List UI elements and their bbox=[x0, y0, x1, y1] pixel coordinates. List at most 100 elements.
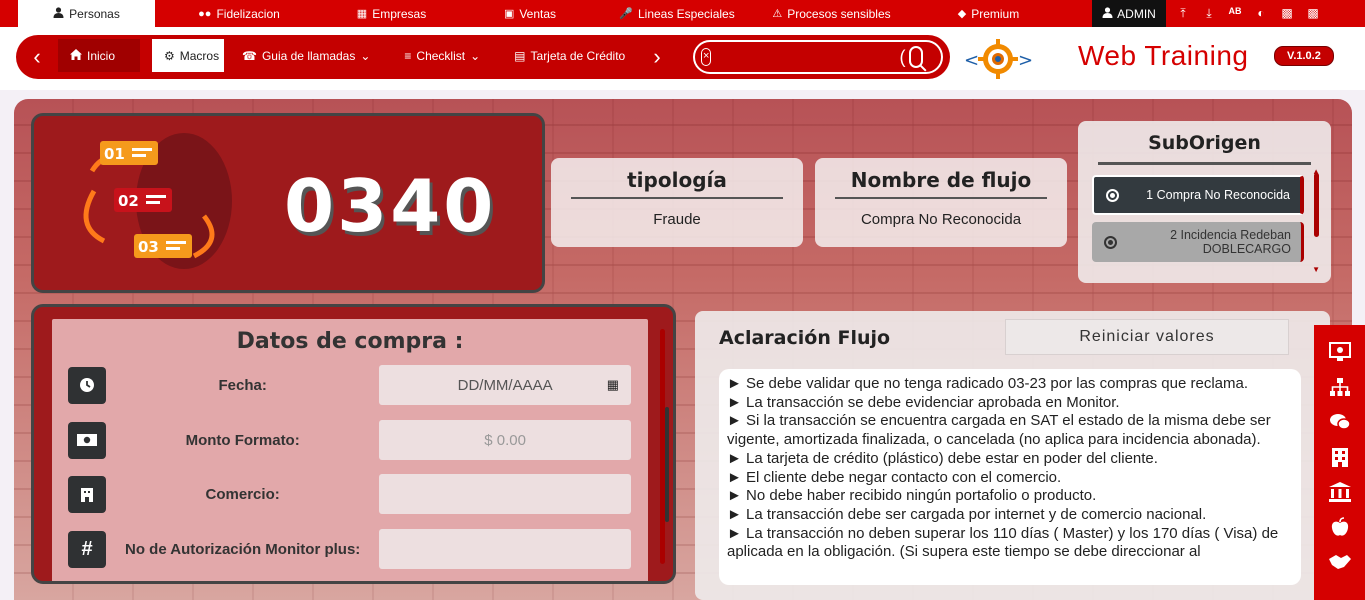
gem-icon: ◆ bbox=[957, 8, 967, 20]
macro-bar: ‹ Inicio ⚙ Macros ☎ Guia de llamadas ⌄ ≡… bbox=[16, 35, 950, 79]
aclaracion-line: ► La tarjeta de crédito (plástico) debe … bbox=[727, 449, 1158, 467]
download-icon[interactable]: ⤓ bbox=[1196, 6, 1222, 21]
monitor-icon[interactable] bbox=[1327, 339, 1353, 365]
macro-item-checklist[interactable]: ≡ Checklist ⌄ bbox=[392, 39, 492, 72]
admin-button[interactable]: ADMIN bbox=[1092, 0, 1166, 27]
search-input[interactable] bbox=[711, 45, 900, 69]
building-icon[interactable] bbox=[1327, 444, 1353, 470]
reset-button[interactable]: Reiniciar valores bbox=[1005, 319, 1289, 355]
tab-empresas[interactable]: ▦ Empresas bbox=[323, 0, 460, 27]
chevron-left-icon[interactable]: ‹ bbox=[20, 40, 54, 74]
tab-personas[interactable]: Personas bbox=[18, 0, 155, 27]
divider bbox=[571, 197, 783, 199]
flow-code: 0340 bbox=[284, 164, 497, 248]
money-bill-icon bbox=[68, 421, 107, 459]
field-label: No de Autorización Monitor plus: bbox=[125, 540, 361, 558]
svg-text:>: > bbox=[1018, 50, 1032, 71]
scroll-down-icon[interactable]: ▼ bbox=[1312, 265, 1320, 274]
field-label: Monto Formato: bbox=[185, 431, 300, 449]
suborigen-option-label: 1 Compra No Reconocida bbox=[1146, 188, 1290, 202]
document-icon[interactable]: ▩ bbox=[1274, 6, 1300, 21]
aclaracion-line: ► El cliente debe negar contacto con el … bbox=[727, 468, 1062, 486]
tab-label: Fidelizacion bbox=[216, 6, 280, 21]
step-label: 03 bbox=[138, 238, 159, 256]
macro-item-label: Guia de llamadas bbox=[261, 48, 356, 63]
autorizacion-input[interactable] bbox=[379, 529, 631, 569]
user-tie-icon bbox=[1102, 6, 1113, 21]
radio-icon bbox=[1104, 235, 1117, 249]
aclaracion-line: ► No debe haber recibido ningún portafol… bbox=[727, 487, 1097, 505]
document-alt-icon[interactable]: ▩ bbox=[1300, 6, 1326, 21]
handshake-icon[interactable] bbox=[1327, 549, 1353, 575]
date-input[interactable]: DD/MM/AAAA ▦ bbox=[379, 365, 631, 405]
tab-label: Empresas bbox=[372, 6, 427, 21]
suborigen-option-label: 2 Incidencia Redeban DOBLECARGO bbox=[1170, 228, 1291, 256]
tab-procesos-sensibles[interactable]: ⚠ Procesos sensibles bbox=[754, 0, 909, 27]
radio-icon bbox=[1106, 188, 1119, 202]
tab-label: Personas bbox=[69, 6, 120, 21]
search-icon[interactable] bbox=[909, 46, 923, 68]
form-row-fecha: Fecha: DD/MM/AAAA ▦ bbox=[68, 365, 631, 405]
side-menu bbox=[1314, 325, 1365, 600]
macro-item-label: Macros bbox=[179, 48, 220, 63]
tab-lineas-especiales[interactable]: 🎤 Lineas Especiales bbox=[600, 0, 754, 27]
divider bbox=[835, 197, 1047, 199]
list-icon: ≡ bbox=[404, 48, 412, 63]
step-label: 01 bbox=[104, 145, 125, 163]
tab-premium[interactable]: ◆ Premium bbox=[909, 0, 1068, 27]
tipologia-title: tipología bbox=[627, 168, 727, 192]
field-label: Comercio: bbox=[205, 485, 280, 503]
flow-code-card: 01 02 03 0340 bbox=[31, 113, 545, 293]
form-row-autorizacion: # No de Autorización Monitor plus: bbox=[68, 529, 631, 569]
warning-icon: ⚠ bbox=[772, 8, 783, 20]
tipologia-card: tipología Fraude bbox=[551, 158, 803, 247]
flujo-card: Nombre de flujo Compra No Reconocida bbox=[815, 158, 1067, 247]
aclaracion-line: ► Si la transacción se encuentra cargada… bbox=[727, 412, 1271, 449]
aclaracion-title: Aclaración Flujo bbox=[719, 327, 891, 349]
suborigen-option[interactable]: 2 Incidencia Redeban DOBLECARGO bbox=[1092, 222, 1304, 262]
apple-icon[interactable] bbox=[1327, 514, 1353, 540]
aclaracion-line: ► Se debe validar que no tenga radicado … bbox=[727, 375, 1248, 392]
upload-icon[interactable]: ⤒ bbox=[1170, 6, 1196, 21]
users-icon: ●● bbox=[198, 7, 212, 20]
chat-icon[interactable] bbox=[1327, 409, 1353, 435]
field-label: Fecha: bbox=[218, 376, 267, 394]
calendar-icon[interactable]: ▦ bbox=[607, 377, 619, 393]
chevron-right-icon[interactable]: › bbox=[640, 40, 674, 74]
spellcheck-icon[interactable]: AB bbox=[1222, 6, 1248, 21]
datos-compra-panel: Datos de compra : Fecha: DD/MM/AAAA ▦ Mo… bbox=[31, 304, 676, 584]
top-nav: Personas ●● Fidelizacion ▦ Empresas ▣ Ve… bbox=[0, 0, 1365, 27]
paren-icon: ( bbox=[899, 46, 906, 67]
macro-item-tarjeta[interactable]: ▤ Tarjeta de Crédito bbox=[502, 39, 637, 72]
scroll-up-icon[interactable]: ▲ bbox=[1312, 167, 1320, 176]
macro-item-macros[interactable]: ⚙ Macros bbox=[152, 39, 224, 72]
hash-icon: # bbox=[68, 530, 107, 568]
building-icon: ▦ bbox=[356, 8, 368, 20]
bank-icon[interactable] bbox=[1327, 479, 1353, 505]
store-icon bbox=[68, 475, 107, 513]
tab-label: Ventas bbox=[519, 6, 557, 21]
macro-item-guia[interactable]: ☎ Guia de llamadas ⌄ bbox=[230, 39, 382, 72]
toolbar: ⤒ ⤓ AB ◐ ▩ ▩ bbox=[1170, 6, 1326, 21]
flujo-value: Compra No Reconocida bbox=[860, 211, 1022, 228]
amount-input[interactable]: $ 0.00 bbox=[379, 420, 631, 460]
credit-card-icon: ▤ bbox=[514, 48, 526, 63]
macro-item-label: Inicio bbox=[87, 48, 116, 63]
comercio-input[interactable] bbox=[379, 474, 631, 514]
search-box: × ( bbox=[693, 40, 943, 74]
scrollbar-thumb[interactable] bbox=[665, 407, 669, 522]
tipologia-value: Fraude bbox=[653, 211, 701, 228]
scrollbar[interactable] bbox=[1314, 173, 1319, 237]
aclaracion-text: ► Se debe validar que no tenga radicado … bbox=[719, 369, 1301, 585]
contrast-icon[interactable]: ◐ bbox=[1248, 6, 1274, 21]
admin-label: ADMIN bbox=[1117, 6, 1156, 21]
tab-fidelizacion[interactable]: ●● Fidelizacion bbox=[155, 0, 323, 27]
clear-search-icon[interactable]: × bbox=[701, 48, 712, 66]
home-icon bbox=[70, 48, 82, 63]
datos-compra-form: Datos de compra : Fecha: DD/MM/AAAA ▦ Mo… bbox=[52, 319, 648, 581]
tab-ventas[interactable]: ▣ Ventas bbox=[460, 0, 600, 27]
macro-item-inicio[interactable]: Inicio bbox=[58, 39, 140, 72]
user-icon bbox=[53, 6, 64, 21]
sitemap-icon[interactable] bbox=[1327, 374, 1353, 400]
suborigen-option[interactable]: 1 Compra No Reconocida bbox=[1092, 175, 1304, 215]
